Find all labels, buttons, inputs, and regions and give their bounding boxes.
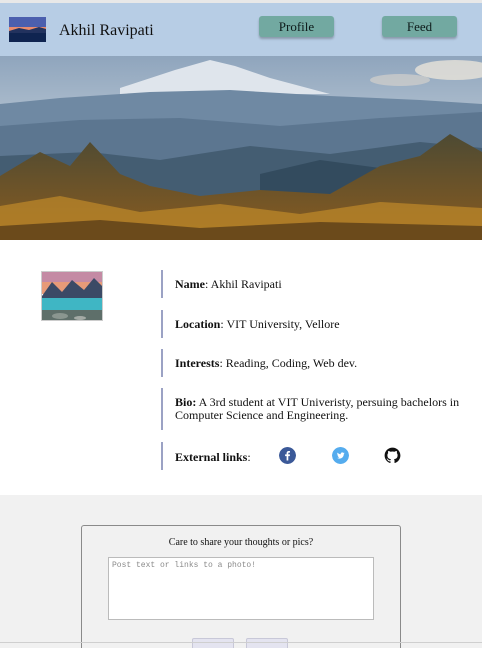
facebook-icon[interactable] — [279, 447, 296, 464]
bottom-divider — [0, 642, 482, 643]
info-row-bio: Bio: A 3rd student at VIT Univeristy, pe… — [161, 388, 479, 430]
info-value-name: : Akhil Ravipati — [205, 277, 282, 291]
info-label-location: Location — [175, 317, 221, 331]
info-value-bio: A 3rd student at VIT Univeristy, persuin… — [175, 395, 460, 422]
post-card: Care to share your thoughts or pics? — [81, 525, 401, 648]
info-row-location: Location: VIT University, Vellore — [161, 310, 340, 338]
post-prompt-text: Care to share your thoughts or pics? — [168, 537, 314, 548]
info-row-external-links: External links: — [161, 442, 421, 470]
nav-feed-button[interactable]: Feed — [382, 16, 457, 37]
profile-section: Name: Akhil Ravipati Location: VIT Unive… — [0, 240, 482, 495]
cover-banner-image — [0, 56, 482, 240]
info-value-location: : VIT University, Vellore — [220, 317, 340, 331]
top-header: Akhil Ravipati Profile Feed — [0, 0, 482, 56]
header-user-name: Akhil Ravipati — [59, 22, 154, 39]
info-label-name: Name — [175, 277, 205, 291]
nav-profile-button[interactable]: Profile — [259, 16, 334, 37]
info-label-external-links: External links — [175, 450, 248, 464]
logo-image — [9, 17, 46, 42]
info-value-external-links: : — [247, 450, 251, 464]
post-action-button-2[interactable] — [246, 638, 288, 648]
github-icon[interactable] — [384, 447, 401, 464]
post-section: Care to share your thoughts or pics? — [0, 495, 482, 648]
info-row-interests: Interests: Reading, Coding, Web dev. — [161, 349, 357, 377]
post-text-input[interactable] — [108, 557, 374, 620]
info-value-interests: : Reading, Coding, Web dev. — [219, 356, 358, 370]
info-label-interests: Interests — [175, 356, 220, 370]
profile-avatar — [41, 271, 103, 321]
twitter-icon[interactable] — [332, 447, 349, 464]
post-action-button-1[interactable] — [192, 638, 234, 648]
info-row-name: Name: Akhil Ravipati — [161, 270, 282, 298]
info-label-bio: Bio: — [175, 395, 197, 409]
